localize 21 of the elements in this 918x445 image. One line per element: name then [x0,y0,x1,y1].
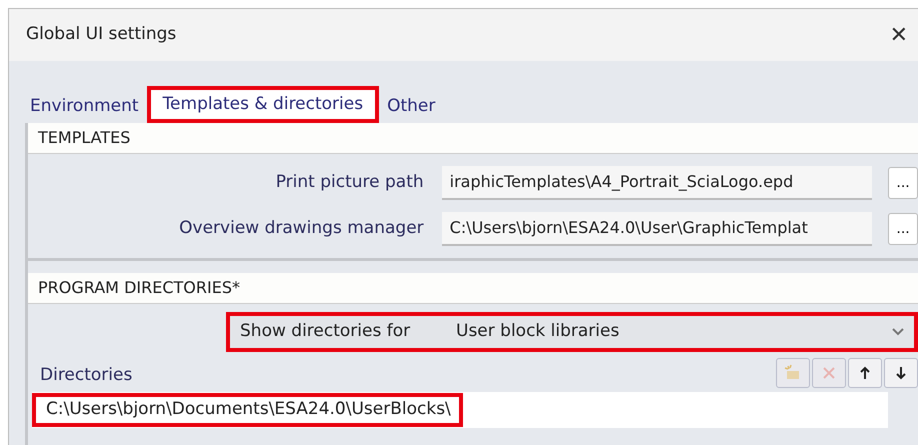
tab[interactable]: Environment [26,92,143,123]
dropdown-field[interactable]: User block libraries [456,319,620,345]
directory-item[interactable]: C:\Users\bjorn\Documents\ESA24.0\UserBlocks\ [32,393,463,427]
caret-icon[interactable] [892,328,904,336]
field-label: Overview drawings manager [178,217,424,240]
tab[interactable]: Other [383,92,440,123]
close-button[interactable]: ✕ [884,18,914,52]
directories-label: Directories [40,364,132,386]
browse-button[interactable]: ... [888,167,918,199]
section-header: PROGRAM DIRECTORIES* [28,273,918,304]
section-header: TEMPLATES [28,123,918,154]
toolbar-button[interactable] [884,358,918,388]
new-folder-icon [784,364,802,382]
window-title: Global UI settings [26,23,176,46]
field-label: Show directories for [240,320,412,344]
path-field[interactable]: iraphicTemplates\A4_Portrait_SciaLogo.epd [442,166,872,200]
browse-button[interactable]: ... [888,213,918,245]
path-field[interactable]: C:\Users\bjorn\ESA24.0\User\GraphicTemplat [442,212,872,246]
tab[interactable]: Templates & directories [146,86,380,123]
toolbar-button[interactable] [848,358,882,388]
field-label: Print picture path [274,171,424,194]
